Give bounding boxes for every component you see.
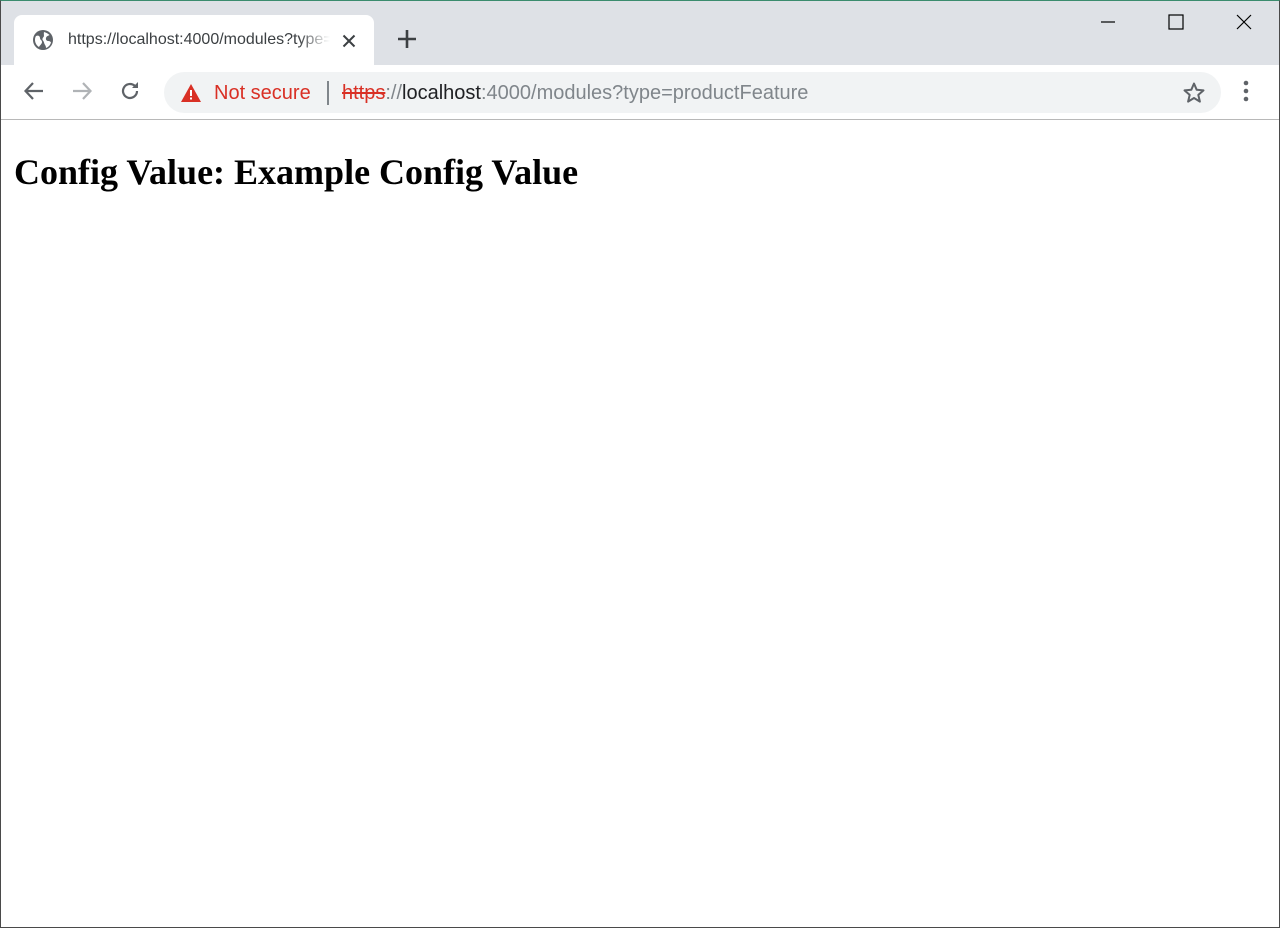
browser-window: https://localhost:4000/modules?type=prod… (0, 0, 1280, 928)
page-heading: Config Value: Example Config Value (14, 152, 579, 192)
close-icon (1236, 14, 1252, 35)
url-host: localhost (402, 82, 481, 104)
maximize-button[interactable] (1142, 1, 1210, 47)
warning-icon[interactable] (180, 83, 202, 103)
omnibox-divider (327, 81, 329, 105)
arrow-right-icon (71, 80, 93, 107)
reload-icon (119, 80, 141, 107)
page-content: Config Value: Example Config Value (1, 121, 1279, 927)
plus-icon (397, 29, 417, 54)
url-text[interactable]: https://localhost:4000/modules?type=prod… (342, 81, 808, 105)
menu-button[interactable] (1235, 78, 1257, 108)
star-icon[interactable] (1182, 81, 1206, 105)
minimize-button[interactable] (1074, 1, 1142, 47)
globe-icon (32, 29, 54, 51)
new-tab-button[interactable] (393, 27, 421, 55)
close-icon[interactable] (338, 30, 360, 52)
forward-button[interactable] (67, 78, 97, 108)
address-bar[interactable]: Not secure https://localhost:4000/module… (164, 72, 1221, 113)
reload-button[interactable] (115, 78, 145, 108)
maximize-icon (1168, 13, 1184, 35)
url-path: :4000/modules?type=productFeature (480, 82, 809, 104)
window-close-button[interactable] (1210, 1, 1278, 47)
security-status[interactable]: Not secure (214, 81, 311, 105)
url-scheme: https (342, 82, 386, 104)
browser-toolbar: Not secure https://localhost:4000/module… (1, 65, 1279, 120)
more-vert-icon (1243, 80, 1249, 107)
tab-active[interactable]: https://localhost:4000/modules?type=prod… (14, 15, 374, 65)
url-separator: :// (385, 82, 403, 104)
tab-strip: https://localhost:4000/modules?type=prod… (1, 1, 1279, 65)
tab-title: https://localhost:4000/modules?type=prod… (68, 31, 330, 48)
back-button[interactable] (19, 78, 49, 108)
minimize-icon (1100, 14, 1116, 35)
arrow-left-icon (23, 80, 45, 107)
